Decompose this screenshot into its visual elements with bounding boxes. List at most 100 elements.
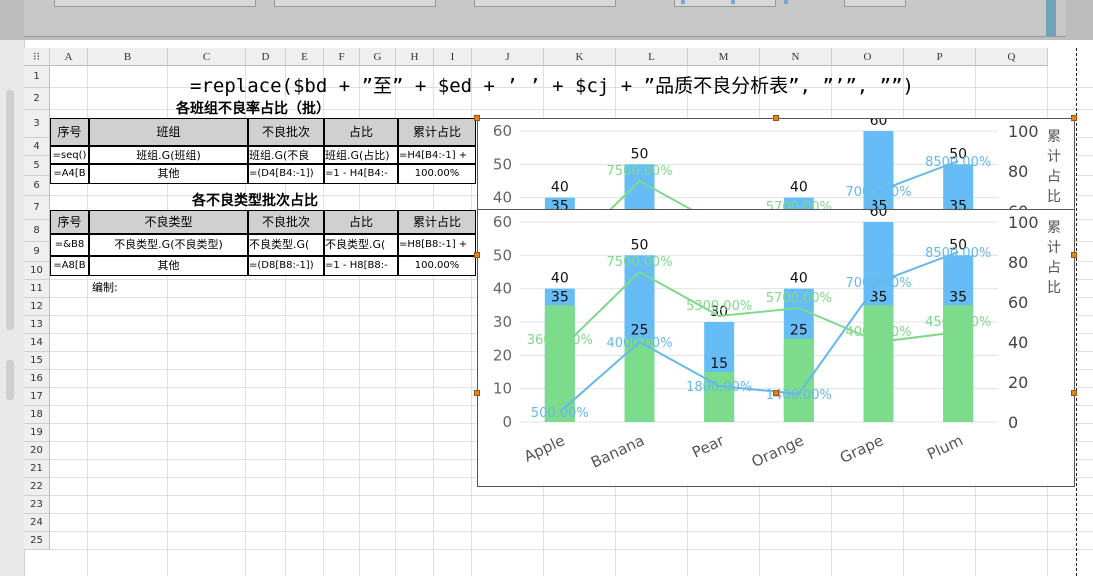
column-header-E[interactable]: E	[286, 48, 324, 66]
row-header-24[interactable]: 24	[24, 514, 50, 532]
resize-handle[interactable]	[681, 0, 685, 4]
cell-A9[interactable]: =A8[B	[50, 256, 89, 276]
cell-B8[interactable]: 不良类型.G(不良类型)	[89, 234, 248, 256]
column-header-J[interactable]: J	[472, 48, 544, 66]
row-header-15[interactable]: 15	[24, 352, 50, 370]
row-header-23[interactable]: 23	[24, 496, 50, 514]
cell-D5[interactable]: =(D4[B4:-1])	[248, 164, 324, 184]
row-header-22[interactable]: 22	[24, 478, 50, 496]
row-header-1[interactable]: 1	[24, 66, 50, 88]
column-header-P[interactable]: P	[904, 48, 976, 66]
y-tick-label: 30	[493, 313, 512, 331]
row-header-11[interactable]: 11	[24, 280, 50, 298]
chart-selection-handle[interactable]	[773, 390, 779, 396]
s1-header-group[interactable]: 班组	[89, 118, 248, 146]
bar-value	[544, 305, 575, 422]
row-header-7[interactable]: 7	[24, 196, 50, 220]
title-formula[interactable]: =replace($bd + ”至” + $ed + ’ ’ + $cj + ”…	[190, 71, 914, 98]
chart-preview-back[interactable]: 0102030405060020406080100累计占比40355025301…	[477, 118, 1075, 210]
cell-H5[interactable]: 100.00%	[398, 164, 476, 184]
column-header-I[interactable]: I	[434, 48, 472, 66]
column-header-C[interactable]: C	[168, 48, 246, 66]
s2-header-cumulative[interactable]: 累计占比	[398, 210, 476, 234]
row-header-21[interactable]: 21	[24, 460, 50, 478]
column-header-N[interactable]: N	[760, 48, 832, 66]
row-header-2[interactable]: 2	[24, 88, 50, 110]
bar-value-label: 35	[551, 289, 569, 305]
rail-scroll-thumb[interactable]	[6, 360, 14, 400]
s2-header-seq[interactable]: 序号	[50, 210, 89, 234]
chart-selection-handle[interactable]	[1071, 390, 1077, 396]
cell-D9[interactable]: =(D8[B8:-1])	[248, 256, 324, 276]
column-header-K[interactable]: K	[544, 48, 616, 66]
scroll-strip[interactable]	[1046, 0, 1056, 36]
cell-B9[interactable]: 其他	[89, 256, 248, 276]
row-header-13[interactable]: 13	[24, 316, 50, 334]
cell-F8[interactable]: 不良类型.G(	[324, 234, 398, 256]
s1-header-cumulative[interactable]: 累计占比	[398, 118, 476, 146]
s1-header-defect-batches[interactable]: 不良批次	[248, 118, 324, 146]
resize-handle[interactable]	[784, 0, 788, 4]
column-header-L[interactable]: L	[616, 48, 688, 66]
s2-header-defect-type[interactable]: 不良类型	[89, 210, 248, 234]
column-header-D[interactable]: D	[246, 48, 286, 66]
chart-main[interactable]: 0 10 20 30 40 50 60 0 20 40 60 80 100 累计占比 40 35 Apple 50…	[477, 209, 1075, 487]
row-header-19[interactable]: 19	[24, 424, 50, 442]
s1-header-ratio[interactable]: 占比	[324, 118, 398, 146]
resize-handle[interactable]	[731, 0, 735, 4]
column-header-F[interactable]: F	[324, 48, 360, 66]
column-header-G[interactable]: G	[360, 48, 396, 66]
s2-header-defect-batches[interactable]: 不良批次	[248, 210, 324, 234]
rail-scroll-thumb[interactable]	[6, 90, 14, 330]
chart-selection-handle[interactable]	[474, 390, 480, 396]
s1-header-seq[interactable]: 序号	[50, 118, 89, 146]
grid-row-line	[50, 495, 1093, 496]
column-header-A[interactable]: A	[50, 48, 88, 66]
editor-label: 编制:	[92, 281, 118, 294]
cell-B5[interactable]: 其他	[89, 164, 248, 184]
cell-D8[interactable]: 不良类型.G(	[248, 234, 324, 256]
row-header-17[interactable]: 17	[24, 388, 50, 406]
cell-H4[interactable]: =H4[B4:-1] +	[398, 146, 476, 164]
row-header-20[interactable]: 20	[24, 442, 50, 460]
chart-selection-handle[interactable]	[1071, 252, 1077, 258]
row-header-6[interactable]: 6	[24, 176, 50, 196]
line-point-label: 7000.00%	[845, 185, 911, 200]
bar-total-label: 40	[551, 180, 569, 196]
row-header-18[interactable]: 18	[24, 406, 50, 424]
chart-selection-handle[interactable]	[1071, 115, 1077, 121]
row-header-4[interactable]: 4	[24, 138, 50, 156]
row-header-25[interactable]: 25	[24, 532, 50, 550]
cell-D4[interactable]: 班组.G(不良	[248, 146, 324, 164]
column-header-B[interactable]: B	[88, 48, 168, 66]
select-all-corner[interactable]: ⁝⁝	[24, 48, 50, 66]
row-header-5[interactable]: 5	[24, 156, 50, 176]
bar-total-label: 50	[631, 146, 649, 162]
column-header-H[interactable]: H	[396, 48, 434, 66]
row-header-12[interactable]: 12	[24, 298, 50, 316]
chart-selection-handle[interactable]	[773, 115, 779, 121]
cell-H9[interactable]: 100.00%	[398, 256, 476, 276]
chart-selection-handle[interactable]	[474, 115, 480, 121]
y2-axis-label-char: 累	[1047, 220, 1061, 236]
column-header-M[interactable]: M	[688, 48, 760, 66]
row-header-3[interactable]: 3	[24, 110, 50, 138]
cell-A4[interactable]: =seq()	[50, 146, 89, 164]
column-header-O[interactable]: O	[832, 48, 904, 66]
row-header-16[interactable]: 16	[24, 370, 50, 388]
s2-header-ratio[interactable]: 占比	[324, 210, 398, 234]
cell-F5[interactable]: =1 - H4[B4:-	[324, 164, 398, 184]
row-header-9[interactable]: 9	[24, 242, 50, 262]
chart-main-svg: 0 10 20 30 40 50 60 0 20 40 60 80 100 累计占比 40 35 Apple 50…	[493, 210, 1061, 472]
cell-A5[interactable]: =A4[B	[50, 164, 89, 184]
chart-selection-handle[interactable]	[474, 252, 480, 258]
cell-H8[interactable]: =H8[B8:-1] +	[398, 234, 476, 256]
row-header-10[interactable]: 10	[24, 262, 50, 280]
row-header-8[interactable]: 8	[24, 220, 50, 242]
cell-F9[interactable]: =1 - H8[B8:-	[324, 256, 398, 276]
cell-A8[interactable]: =&B8	[50, 234, 89, 256]
cell-F4[interactable]: 班组.G(占比)	[324, 146, 398, 164]
row-header-14[interactable]: 14	[24, 334, 50, 352]
column-header-Q[interactable]: Q	[976, 48, 1048, 66]
cell-B4[interactable]: 班组.G(班组)	[89, 146, 248, 164]
